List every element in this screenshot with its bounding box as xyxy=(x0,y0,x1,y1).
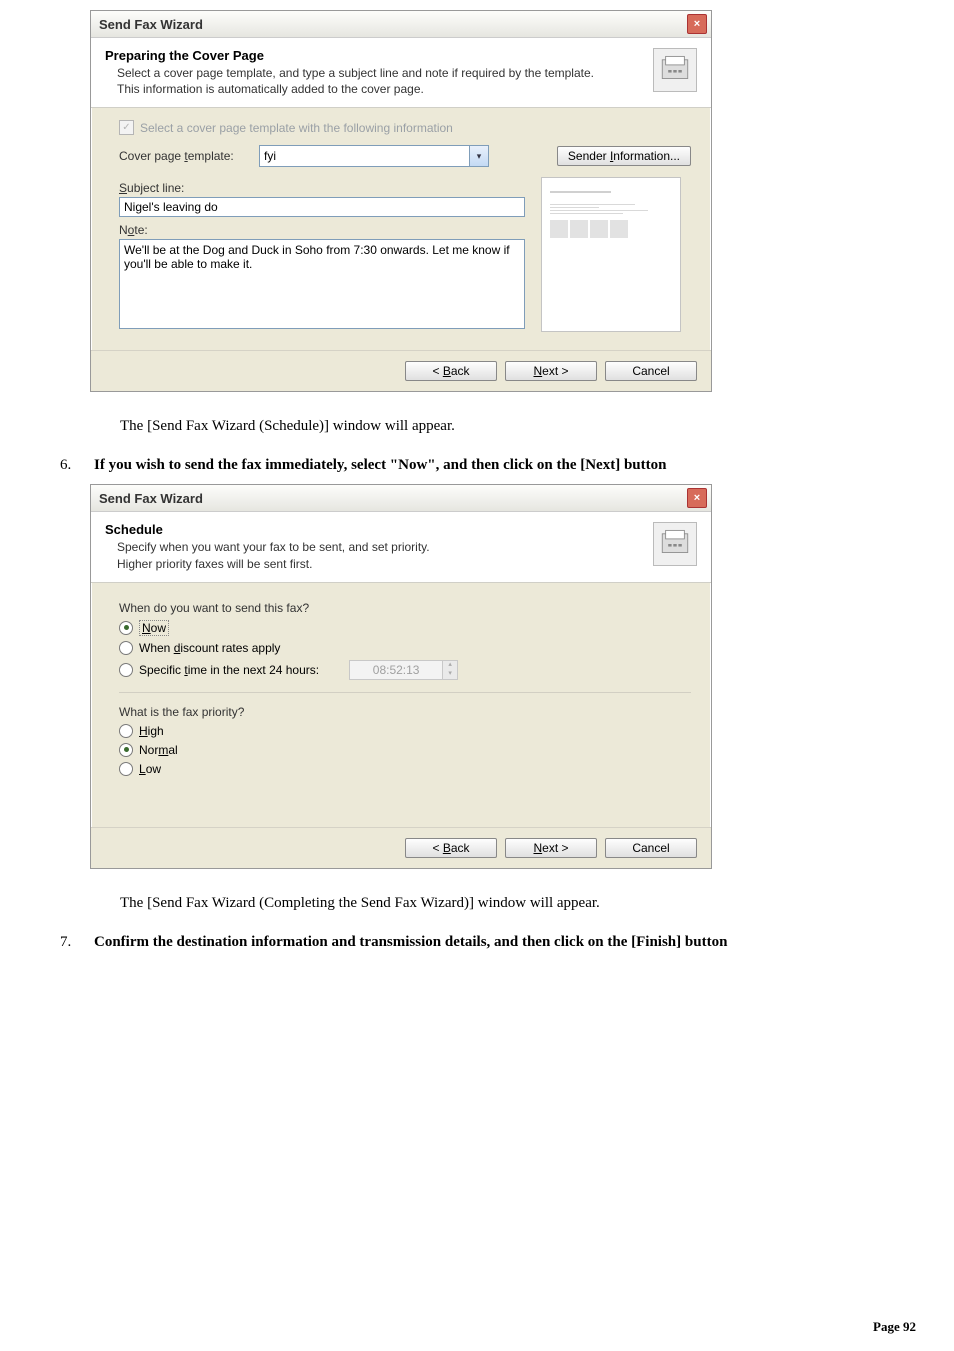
option-specific-time[interactable]: Specific time in the next 24 hours: ▴▾ xyxy=(119,660,691,680)
window-title: Send Fax Wizard xyxy=(99,491,203,506)
option-normal[interactable]: Normal xyxy=(119,743,691,757)
header-title: Preparing the Cover Page xyxy=(105,48,643,63)
title-bar: Send Fax Wizard × xyxy=(91,485,711,512)
page-footer: Page 92 xyxy=(873,1319,916,1335)
dialog-header: Schedule Specify when you want your fax … xyxy=(91,512,711,582)
fax-icon xyxy=(653,522,697,566)
cover-template-combo[interactable]: ▾ xyxy=(259,145,489,167)
paragraph: The [Send Fax Wizard (Schedule)] window … xyxy=(120,418,924,435)
cancel-button[interactable]: Cancel xyxy=(605,361,697,381)
checkbox-icon: ✓ xyxy=(119,120,134,135)
option-low[interactable]: Low xyxy=(119,762,691,776)
radio-icon xyxy=(119,724,133,738)
fax-icon xyxy=(653,48,697,92)
note-textarea[interactable]: We'll be at the Dog and Duck in Soho fro… xyxy=(119,239,525,329)
cover-page-preview xyxy=(541,177,681,332)
header-title: Schedule xyxy=(105,522,643,537)
schedule-dialog: Send Fax Wizard × Schedule Specify when … xyxy=(90,484,712,868)
subject-input[interactable] xyxy=(119,197,525,217)
radio-icon xyxy=(119,762,133,776)
cover-template-input[interactable] xyxy=(259,145,470,167)
dialog-footer: < Back Next > Cancel xyxy=(91,827,711,868)
next-button[interactable]: Next > xyxy=(505,361,597,381)
option-discount[interactable]: When discount rates apply xyxy=(119,641,691,655)
option-high[interactable]: High xyxy=(119,724,691,738)
page-number: 92 xyxy=(903,1319,916,1334)
spin-down-icon: ▾ xyxy=(443,670,457,679)
chevron-down-icon[interactable]: ▾ xyxy=(470,145,489,167)
step-number: 7. xyxy=(60,934,94,951)
next-button[interactable]: Next > xyxy=(505,838,597,858)
radio-icon xyxy=(119,641,133,655)
cover-template-label: Cover page template: xyxy=(119,149,259,163)
paragraph: The [Send Fax Wizard (Completing the Sen… xyxy=(120,895,924,912)
window-title: Send Fax Wizard xyxy=(99,17,203,32)
header-subtitle-1: Specify when you want your fax to be sen… xyxy=(117,539,643,555)
back-button[interactable]: < Back xyxy=(405,361,497,381)
header-subtitle-2: Higher priority faxes will be sent first… xyxy=(117,556,643,572)
time-spinner: ▴▾ xyxy=(349,660,458,680)
time-input xyxy=(349,660,443,680)
cancel-button[interactable]: Cancel xyxy=(605,838,697,858)
question-when: When do you want to send this fax? xyxy=(119,601,691,615)
option-now[interactable]: Now xyxy=(119,620,691,636)
close-icon[interactable]: × xyxy=(687,488,707,508)
title-bar: Send Fax Wizard × xyxy=(91,11,711,38)
step-number: 6. xyxy=(60,457,94,474)
checkbox-label: Select a cover page template with the fo… xyxy=(140,121,453,135)
header-subtitle-1: Select a cover page template, and type a… xyxy=(117,65,643,81)
step-text: If you wish to send the fax immediately,… xyxy=(94,457,666,474)
cover-page-dialog: Send Fax Wizard × Preparing the Cover Pa… xyxy=(90,10,712,392)
step-7: 7. Confirm the destination information a… xyxy=(60,934,924,951)
sender-information-button[interactable]: Sender Information... xyxy=(557,146,691,166)
radio-icon xyxy=(119,621,133,635)
back-button[interactable]: < Back xyxy=(405,838,497,858)
dialog-footer: < Back Next > Cancel xyxy=(91,350,711,391)
header-subtitle-2: This information is automatically added … xyxy=(117,81,643,97)
spin-up-icon: ▴ xyxy=(443,661,457,670)
step-6: 6. If you wish to send the fax immediate… xyxy=(60,457,924,474)
page-label: Page xyxy=(873,1319,900,1334)
radio-icon xyxy=(119,663,133,677)
question-priority: What is the fax priority? xyxy=(119,705,691,719)
subject-label: Subject line: xyxy=(119,181,525,195)
step-text: Confirm the destination information and … xyxy=(94,934,727,951)
close-icon[interactable]: × xyxy=(687,14,707,34)
note-label: Note: xyxy=(119,223,525,237)
dialog-header: Preparing the Cover Page Select a cover … xyxy=(91,38,711,108)
select-template-checkbox[interactable]: ✓ Select a cover page template with the … xyxy=(119,120,691,135)
radio-icon xyxy=(119,743,133,757)
